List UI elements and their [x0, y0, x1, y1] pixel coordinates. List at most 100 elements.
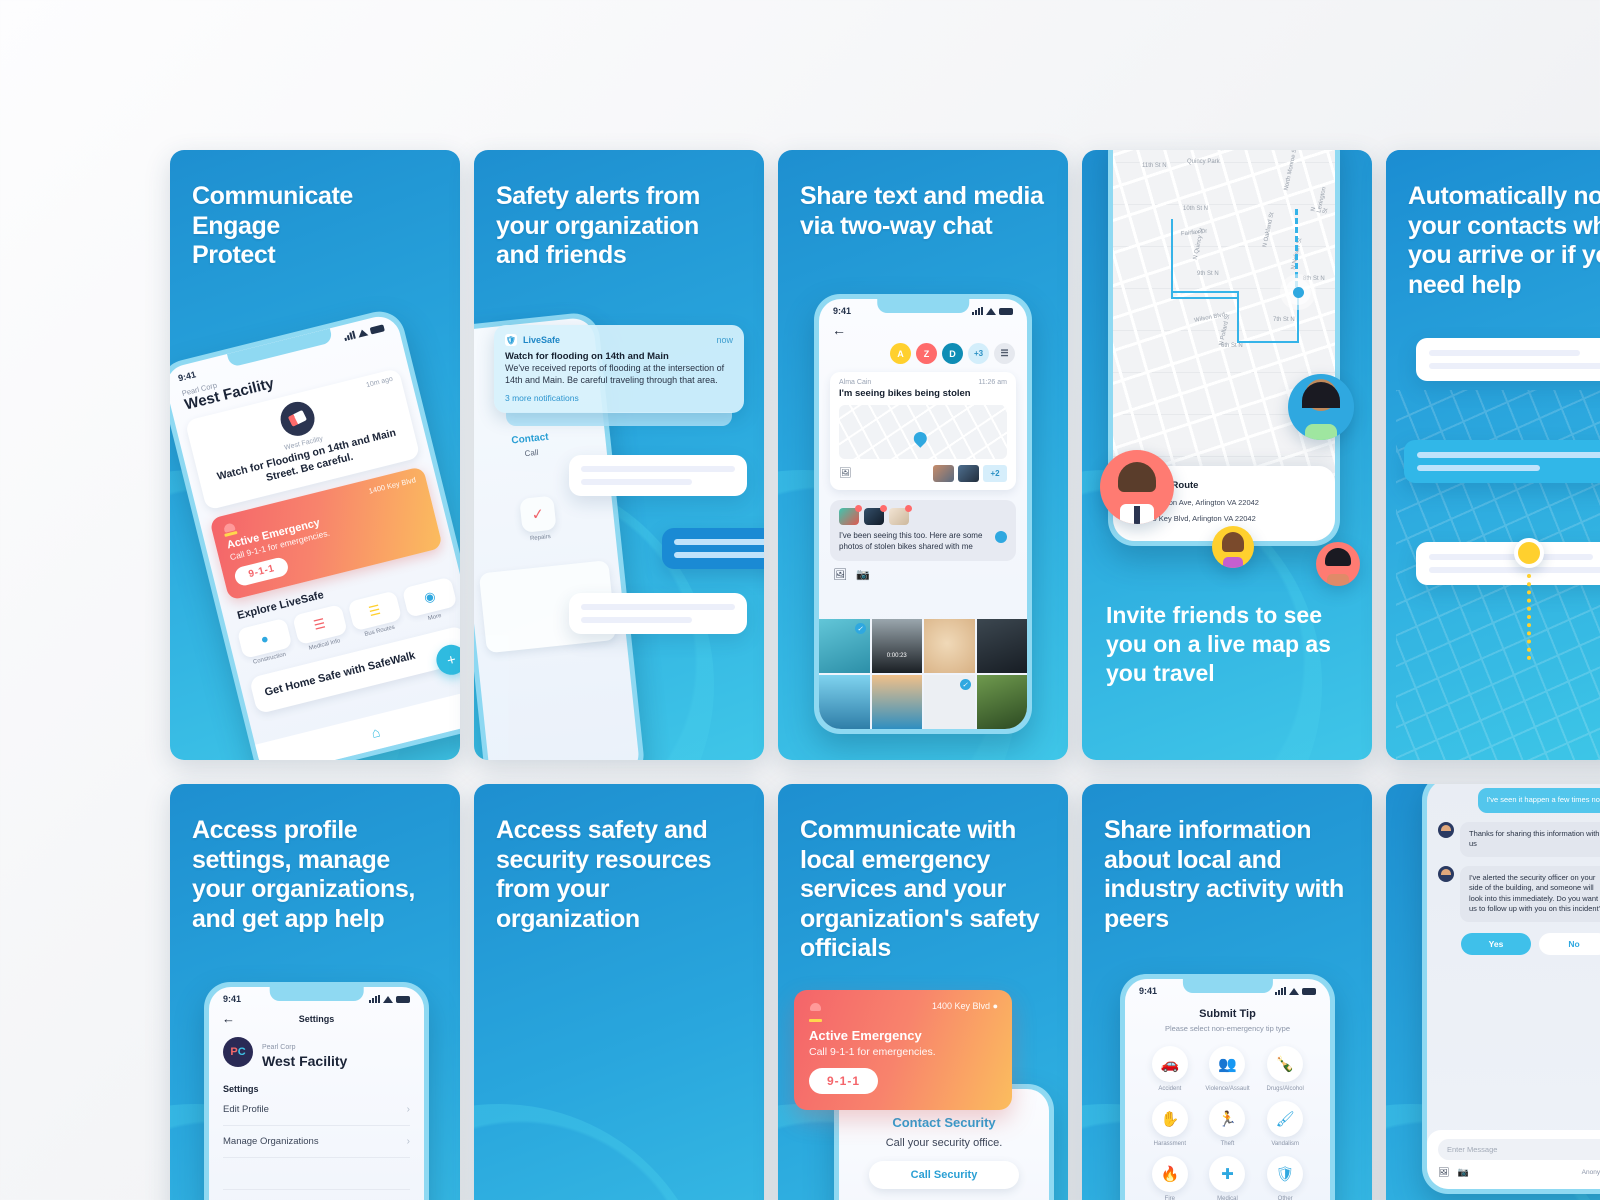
phone-mockup-home: 9:41 Pearl Corp West Facility 10m ago We…	[170, 306, 460, 760]
back-icon[interactable]: ←	[819, 318, 1027, 338]
card-two-way-incident-chat[interactable]: I've seen it happen a few times now. Tha…	[1386, 784, 1600, 1200]
entry-actions[interactable]: 🖼 📷 Anonymous	[1438, 1167, 1600, 1178]
card-invite-friends-live-map[interactable]: Quincy Park Fairfax Dr Wilson Blvd 11th …	[1082, 150, 1372, 760]
gallery-item[interactable]: ✓	[924, 675, 975, 729]
call-security-button[interactable]: Call Security	[869, 1161, 1019, 1189]
tip-theft[interactable]: 🏃 Theft	[1199, 1101, 1257, 1147]
tile-more[interactable]: ◉ More	[402, 576, 460, 627]
tip-fire[interactable]: 🔥 Fire	[1141, 1156, 1199, 1200]
quick-reply-buttons[interactable]: Yes No	[1461, 932, 1600, 955]
message-entry-bar[interactable]: Enter Message 🖼 📷 Anonymous	[1427, 1130, 1600, 1189]
battery-icon	[999, 307, 1013, 315]
friend-avatar[interactable]	[1316, 542, 1360, 586]
media-gallery[interactable]: ✓ 0:00:23 ✓	[819, 619, 1027, 729]
card-caption: Invite friends to see you on a live map …	[1106, 602, 1331, 687]
item-label: Edit Profile	[223, 1104, 269, 1115]
thumbnail[interactable]	[958, 465, 979, 482]
gallery-item[interactable]	[924, 619, 975, 673]
settings-item-placeholder[interactable]	[223, 1158, 410, 1190]
thumbnail[interactable]	[933, 465, 954, 482]
gallery-item-video[interactable]: 0:00:23	[871, 619, 922, 673]
participant-avatars[interactable]: A Z D +3 ☰	[819, 338, 1027, 364]
message-input[interactable]: Enter Message	[1438, 1139, 1600, 1160]
card-title: Share information about local and indust…	[1104, 816, 1344, 933]
card-safety-alerts[interactable]: Safety alerts from your organization and…	[474, 150, 764, 760]
tip-medical[interactable]: ✚ Medical	[1199, 1156, 1257, 1200]
gallery-item[interactable]	[976, 619, 1027, 673]
camera-icon[interactable]: 📷	[1457, 1167, 1468, 1178]
avatar	[1438, 865, 1454, 882]
tile-medical[interactable]: ☰ Medical Info	[291, 604, 350, 654]
attachment-chip[interactable]	[864, 505, 887, 525]
send-icon[interactable]	[995, 531, 1007, 543]
anonymous-toggle[interactable]: Anonymous	[1582, 1169, 1600, 1176]
menu-icon[interactable]: ☰	[994, 343, 1015, 364]
gallery-item[interactable]	[871, 675, 922, 729]
current-location-marker[interactable]	[1285, 279, 1311, 305]
card-access-profile-settings[interactable]: Access profile settings, manage your org…	[170, 784, 460, 1200]
tip-violence[interactable]: 👥 Violence/Assault	[1199, 1046, 1257, 1092]
tip-drugs[interactable]: 🍾 Drugs/Alcohol	[1256, 1046, 1314, 1092]
tip-label: Accident	[1158, 1086, 1182, 1092]
image-picker-icon[interactable]: 🖼	[833, 568, 847, 581]
repairs-icon: ✓	[519, 495, 557, 533]
card-communicate-emergency-services[interactable]: Communicate with local emergency service…	[778, 784, 1068, 1200]
gallery-item[interactable]	[976, 675, 1027, 729]
friend-avatar[interactable]	[1288, 374, 1354, 440]
avatar[interactable]: D	[942, 343, 963, 364]
placeholder-line	[1417, 452, 1600, 458]
chat-bubble-placeholder	[569, 455, 747, 496]
card-automatically-notify-contacts[interactable]: Automatically notify your contacts when …	[1386, 150, 1600, 760]
home-icon[interactable]: ⌂	[370, 723, 382, 741]
attachment-chip[interactable]	[839, 505, 862, 525]
tile-bus-routes[interactable]: ☰ Bus Routes	[346, 590, 405, 641]
tip-vandalism[interactable]: 🖌 Vandalism	[1256, 1101, 1314, 1147]
attachment-chip[interactable]	[889, 505, 912, 525]
avatar[interactable]: Z	[916, 343, 937, 364]
attachment-overflow[interactable]: +2	[983, 465, 1007, 482]
tip-accident[interactable]: 🚗 Accident	[1141, 1046, 1199, 1092]
notification-stack	[506, 412, 732, 426]
signal-icon	[972, 307, 983, 315]
remove-icon[interactable]	[880, 505, 887, 512]
contact-security-title: Contact Security	[892, 1115, 996, 1130]
tip-harassment[interactable]: ✋ Harassment	[1141, 1101, 1199, 1147]
phone-notch	[877, 299, 969, 313]
card-communicate-engage-protect[interactable]: Communicate Engage Protect 9:41 Pearl Co…	[170, 150, 460, 760]
gallery-item[interactable]: ✓	[819, 619, 870, 673]
call-911-button[interactable]: 9-1-1	[809, 1068, 879, 1094]
image-picker-icon[interactable]: 🖼	[1438, 1167, 1449, 1178]
tip-type-grid[interactable]: 🚗 Accident 👥 Violence/Assault 🍾 Drugs/Alcoh…	[1141, 1046, 1314, 1200]
settings-item-manage-organizations[interactable]: Manage Organizations ›	[223, 1126, 410, 1158]
card-access-safety-resources[interactable]: Access safety and security resources fro…	[474, 784, 764, 1200]
tip-other[interactable]: 🛡 Other	[1256, 1156, 1314, 1200]
attachment-thumbnails[interactable]: 🖼 +2	[839, 465, 1007, 482]
card-share-text-media[interactable]: Share text and media via two-way chat 9:…	[778, 150, 1068, 760]
avatar[interactable]: A	[890, 343, 911, 364]
selected-icon[interactable]: ✓	[854, 623, 866, 634]
settings-item-edit-profile[interactable]: Edit Profile ›	[223, 1094, 410, 1126]
avatar-overflow[interactable]: +3	[968, 343, 989, 364]
tip-label: Fire	[1164, 1196, 1175, 1200]
gallery-item[interactable]	[819, 675, 870, 729]
card-share-information-peers[interactable]: Share information about local and indust…	[1082, 784, 1372, 1200]
map-attachment[interactable]	[839, 405, 1007, 459]
video-duration: 0:00:23	[886, 653, 907, 659]
pending-attachments[interactable]	[839, 505, 1007, 525]
friend-avatar[interactable]	[1212, 526, 1254, 568]
selected-icon[interactable]: ✓	[959, 679, 971, 690]
no-button[interactable]: No	[1539, 932, 1600, 955]
remove-icon[interactable]	[905, 505, 912, 512]
yes-button[interactable]: Yes	[1461, 932, 1531, 955]
placeholder-line	[1429, 567, 1600, 573]
call-911-button[interactable]: 9-1-1	[233, 556, 291, 588]
camera-icon[interactable]: 📷	[856, 568, 870, 581]
more-notifications-link[interactable]: 3 more notifications	[505, 393, 733, 403]
notification-banner[interactable]: 🛡 LiveSafe now Watch for flooding on 14t…	[494, 325, 744, 413]
friend-avatar[interactable]	[1100, 450, 1174, 524]
remove-icon[interactable]	[855, 505, 862, 512]
back-icon[interactable]: ←	[222, 1011, 235, 1026]
org-row[interactable]: PC Pearl Corp West Facility	[209, 1024, 424, 1068]
active-emergency-card[interactable]: 1400 Key Blvd ● Active Emergency Call 9-…	[794, 990, 1012, 1110]
tile-construction[interactable]: ● Construction	[236, 618, 295, 668]
